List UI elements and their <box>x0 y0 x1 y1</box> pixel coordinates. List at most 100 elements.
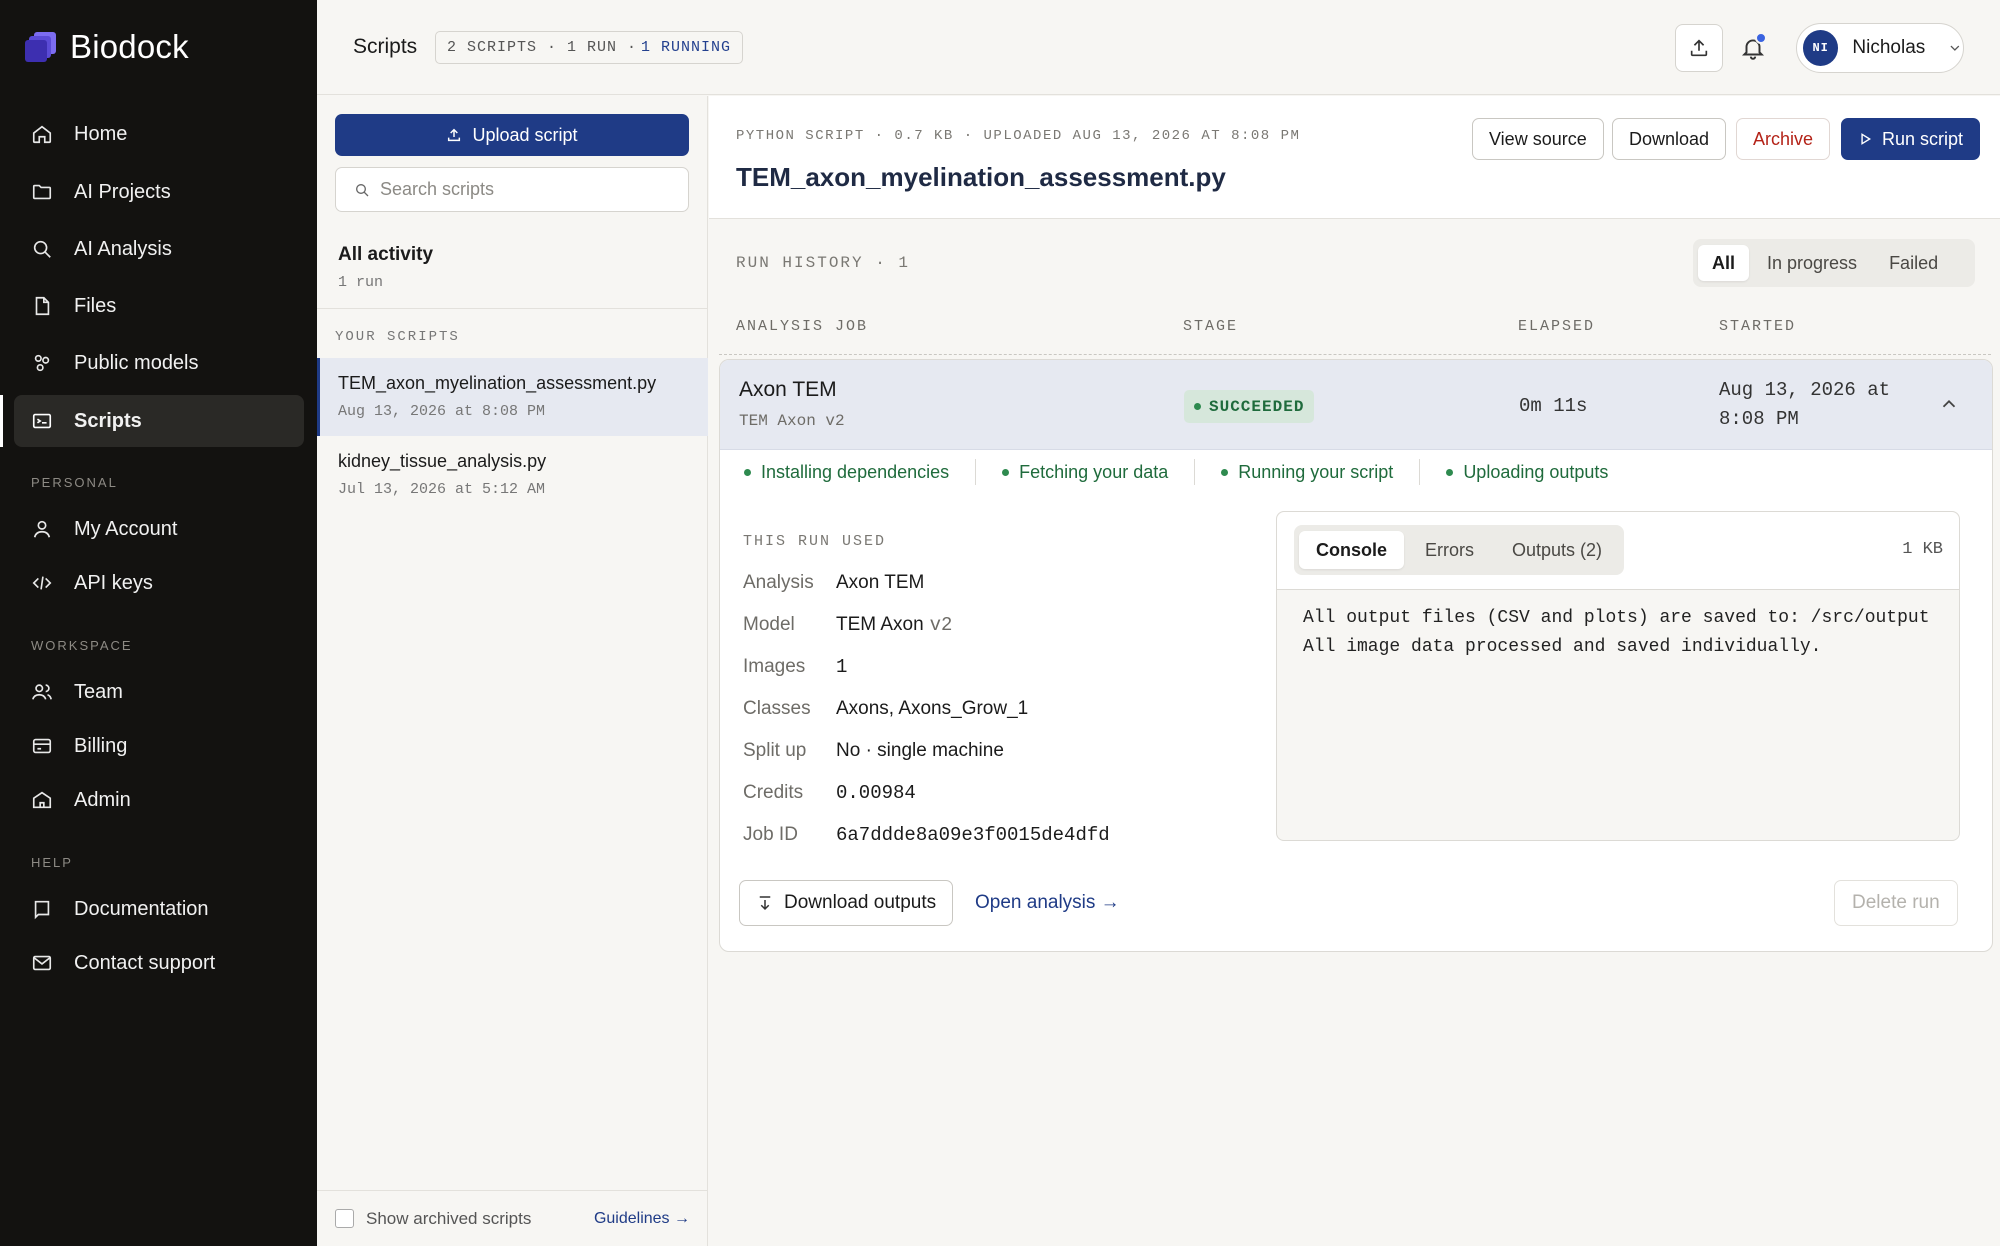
your-scripts-label: YOUR SCRIPTS <box>335 329 460 345</box>
run-script-label: Run script <box>1882 128 1964 149</box>
sidebar-item-api-keys[interactable]: API keys <box>14 557 304 609</box>
sidebar-item-label: My Account <box>74 517 178 540</box>
script-name: kidney_tissue_analysis.py <box>338 451 547 471</box>
upload-script-button[interactable]: Upload script <box>335 114 689 156</box>
notifications-button[interactable] <box>1733 28 1773 68</box>
column-header-job: ANALYSIS JOB <box>736 318 869 335</box>
script-list-item[interactable]: TEM_axon_myelination_assessment.py Aug 1… <box>317 358 708 436</box>
status-badge: SUCCEEDED <box>1184 390 1315 423</box>
started-time: Aug 13, 2026 at 8:08 PM <box>1719 379 1891 430</box>
sidebar-item-contact-support[interactable]: Contact support <box>14 937 304 989</box>
console-line: All output files (CSV and plots) are sav… <box>1303 608 1930 628</box>
user-name: Nicholas <box>1852 37 1926 58</box>
step-separator <box>1194 459 1196 485</box>
bank-icon <box>30 788 54 812</box>
step-complete-icon <box>1221 468 1229 476</box>
run-row[interactable]: Axon TEM TEM Axon v2 SUCCEEDED 0m 11s Au… <box>720 360 1992 450</box>
delete-run-button[interactable]: Delete run <box>1834 880 1958 926</box>
play-icon <box>1861 133 1872 145</box>
models-icon <box>30 351 54 375</box>
status-badge-label: SUCCEEDED <box>1209 397 1305 416</box>
sidebar-item-label: Admin <box>74 788 131 811</box>
step-complete-icon <box>1002 468 1010 476</box>
search-scripts-input[interactable]: Search scripts <box>335 167 689 212</box>
step-separator <box>1419 459 1421 485</box>
sidebar-item-files[interactable]: Files <box>14 280 304 332</box>
script-list-item[interactable]: kidney_tissue_analysis.py Jul 13, 2026 a… <box>317 436 708 514</box>
step-label: Uploading outputs <box>1463 461 1609 482</box>
all-activity-link[interactable]: All activity <box>338 244 433 266</box>
all-activity-count: 1 run <box>338 274 384 291</box>
sidebar-item-ai-projects[interactable]: AI Projects <box>14 166 304 218</box>
detail-key-images: Images <box>743 656 806 677</box>
sidebar-item-ai-analysis[interactable]: AI Analysis <box>14 223 304 275</box>
step-uploading: Uploading outputs <box>1446 462 1608 483</box>
filter-in-progress[interactable]: In progress <box>1753 245 1871 281</box>
filter-failed[interactable]: Failed <box>1875 245 1952 281</box>
file-icon <box>30 294 54 318</box>
detail-key-classes: Classes <box>743 698 811 719</box>
page-title: Scripts <box>353 35 418 58</box>
section-label-help: HELP <box>31 855 73 870</box>
tab-outputs[interactable]: Outputs (2) <box>1495 531 1619 569</box>
detail-key-analysis: Analysis <box>743 572 814 593</box>
sidebar-item-scripts[interactable]: Scripts <box>14 395 304 447</box>
header-divider <box>719 354 1991 355</box>
download-outputs-button[interactable]: Download outputs <box>739 880 954 926</box>
detail-value-classes: Axons, Axons_Grow_1 <box>836 698 1029 719</box>
sidebar-item-billing[interactable]: Billing <box>14 720 304 772</box>
download-button[interactable]: Download <box>1612 118 1727 160</box>
sidebar-item-documentation[interactable]: Documentation <box>14 883 304 935</box>
upload-icon <box>1690 39 1708 57</box>
archive-button[interactable]: Archive <box>1736 118 1831 160</box>
credit-card-icon <box>30 734 54 758</box>
show-archived-checkbox[interactable] <box>335 1209 354 1228</box>
filter-all[interactable]: All <box>1698 245 1750 281</box>
job-model: TEM Axon v2 <box>739 412 845 430</box>
sidebar-item-team[interactable]: Team <box>14 666 304 718</box>
sidebar-item-my-account[interactable]: My Account <box>14 503 304 555</box>
run-history-label: RUN HISTORY · 1 <box>736 254 911 272</box>
sidebar: Biodock Home AI Projects AI Analysis Fil… <box>0 0 317 1246</box>
console-panel: Console Errors Outputs (2) 1 KB All outp… <box>1276 511 1960 841</box>
avatar: NI <box>1803 30 1839 66</box>
user-menu-button[interactable]: NI Nicholas <box>1796 23 1964 73</box>
brand-name: Biodock <box>70 28 189 65</box>
search-icon <box>30 237 54 261</box>
team-icon <box>30 680 54 704</box>
user-icon <box>30 517 54 541</box>
upload-button[interactable] <box>1675 24 1723 72</box>
model-version: v2 <box>929 614 953 636</box>
sidebar-item-label: Public models <box>74 351 199 374</box>
section-label-personal: PERSONAL <box>31 475 118 490</box>
tab-errors[interactable]: Errors <box>1408 531 1491 569</box>
step-installing: Installing dependencies <box>744 462 949 483</box>
active-indicator <box>0 395 3 447</box>
run-script-button[interactable]: Run script <box>1841 118 1981 160</box>
sidebar-item-label: API keys <box>74 571 153 594</box>
run-steps: Installing dependencies Fetching your da… <box>720 450 1992 494</box>
sidebar-item-home[interactable]: Home <box>14 108 304 160</box>
brand-logo[interactable]: Biodock <box>24 28 189 66</box>
guidelines-link[interactable]: Guidelines → <box>594 1210 690 1228</box>
run-used-label: THIS RUN USED <box>743 533 887 550</box>
home-icon <box>30 122 54 146</box>
folder-icon <box>30 180 54 204</box>
script-date: Jul 13, 2026 at 5:12 AM <box>338 481 546 498</box>
step-fetching: Fetching your data <box>1002 462 1168 483</box>
console-line: All image data processed and saved indiv… <box>1303 637 1822 657</box>
detail-value-model: TEM Axon v2 <box>836 614 952 636</box>
mail-icon <box>30 951 54 975</box>
view-source-button[interactable]: View source <box>1472 118 1604 160</box>
chevron-up-icon[interactable] <box>1938 393 1960 415</box>
detail-value-images: 1 <box>836 656 848 678</box>
sidebar-item-public-models[interactable]: Public models <box>14 337 304 389</box>
console-output: All output files (CSV and plots) are sav… <box>1303 604 1930 662</box>
sidebar-item-admin[interactable]: Admin <box>14 774 304 826</box>
console-size: 1 KB <box>1902 540 1943 559</box>
open-analysis-link[interactable]: Open analysis → <box>975 892 1120 914</box>
tab-console[interactable]: Console <box>1299 531 1405 569</box>
show-archived-label[interactable]: Show archived scripts <box>366 1209 531 1229</box>
biodock-logo-icon <box>25 32 56 62</box>
success-dot-icon <box>1194 403 1201 410</box>
